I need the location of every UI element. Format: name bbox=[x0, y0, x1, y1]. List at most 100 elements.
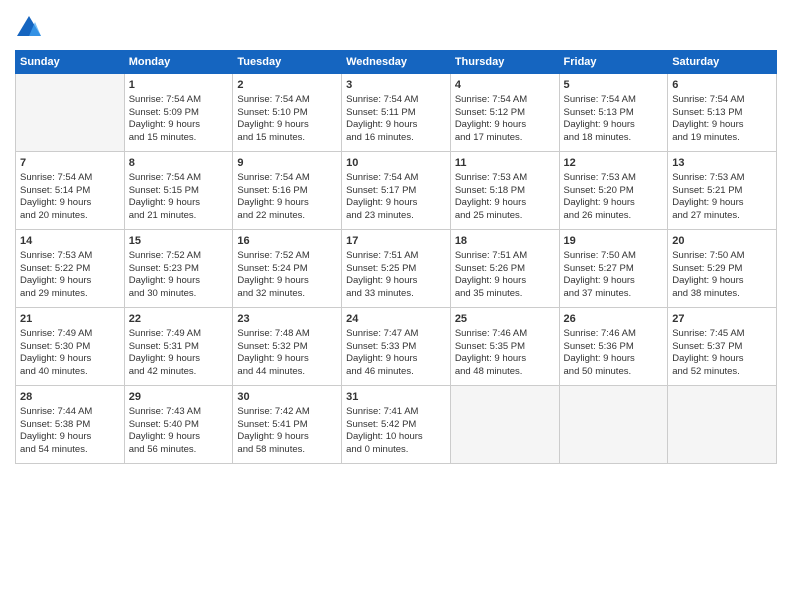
day-info: Sunrise: 7:43 AM bbox=[129, 406, 229, 419]
day-info: and 19 minutes. bbox=[672, 132, 772, 145]
day-info: and 0 minutes. bbox=[346, 444, 446, 457]
day-header-thursday: Thursday bbox=[450, 51, 559, 74]
week-row-2: 7Sunrise: 7:54 AMSunset: 5:14 PMDaylight… bbox=[16, 152, 777, 230]
day-info: and 58 minutes. bbox=[237, 444, 337, 457]
day-info: Daylight: 9 hours bbox=[455, 275, 555, 288]
day-info: Sunrise: 7:54 AM bbox=[237, 172, 337, 185]
day-number: 11 bbox=[455, 156, 555, 171]
day-info: Sunset: 5:35 PM bbox=[455, 341, 555, 354]
calendar-cell: 17Sunrise: 7:51 AMSunset: 5:25 PMDayligh… bbox=[342, 230, 451, 308]
day-info: Sunrise: 7:49 AM bbox=[20, 328, 120, 341]
day-info: and 33 minutes. bbox=[346, 288, 446, 301]
calendar-cell: 2Sunrise: 7:54 AMSunset: 5:10 PMDaylight… bbox=[233, 74, 342, 152]
calendar-cell: 3Sunrise: 7:54 AMSunset: 5:11 PMDaylight… bbox=[342, 74, 451, 152]
week-row-4: 21Sunrise: 7:49 AMSunset: 5:30 PMDayligh… bbox=[16, 308, 777, 386]
day-info: Sunrise: 7:54 AM bbox=[455, 94, 555, 107]
day-info: Sunrise: 7:50 AM bbox=[564, 250, 664, 263]
calendar-cell: 25Sunrise: 7:46 AMSunset: 5:35 PMDayligh… bbox=[450, 308, 559, 386]
day-info: and 46 minutes. bbox=[346, 366, 446, 379]
day-number: 9 bbox=[237, 156, 337, 171]
day-info: and 25 minutes. bbox=[455, 210, 555, 223]
calendar-cell: 13Sunrise: 7:53 AMSunset: 5:21 PMDayligh… bbox=[668, 152, 777, 230]
day-info: Daylight: 9 hours bbox=[672, 197, 772, 210]
calendar-cell: 12Sunrise: 7:53 AMSunset: 5:20 PMDayligh… bbox=[559, 152, 668, 230]
day-number: 2 bbox=[237, 78, 337, 93]
day-info: Sunset: 5:17 PM bbox=[346, 185, 446, 198]
day-info: and 22 minutes. bbox=[237, 210, 337, 223]
calendar-cell bbox=[559, 386, 668, 464]
day-number: 6 bbox=[672, 78, 772, 93]
calendar-cell: 24Sunrise: 7:47 AMSunset: 5:33 PMDayligh… bbox=[342, 308, 451, 386]
calendar-cell: 14Sunrise: 7:53 AMSunset: 5:22 PMDayligh… bbox=[16, 230, 125, 308]
day-info: Sunset: 5:29 PM bbox=[672, 263, 772, 276]
day-info: Daylight: 9 hours bbox=[20, 197, 120, 210]
day-info: Sunrise: 7:50 AM bbox=[672, 250, 772, 263]
day-info: Daylight: 9 hours bbox=[129, 275, 229, 288]
week-row-3: 14Sunrise: 7:53 AMSunset: 5:22 PMDayligh… bbox=[16, 230, 777, 308]
day-number: 1 bbox=[129, 78, 229, 93]
day-number: 21 bbox=[20, 312, 120, 327]
calendar-cell: 9Sunrise: 7:54 AMSunset: 5:16 PMDaylight… bbox=[233, 152, 342, 230]
day-info: Sunrise: 7:46 AM bbox=[455, 328, 555, 341]
day-info: Sunset: 5:23 PM bbox=[129, 263, 229, 276]
day-info: Daylight: 9 hours bbox=[564, 197, 664, 210]
day-info: Sunset: 5:22 PM bbox=[20, 263, 120, 276]
calendar-cell bbox=[16, 74, 125, 152]
day-info: Daylight: 9 hours bbox=[455, 197, 555, 210]
day-info: Sunset: 5:36 PM bbox=[564, 341, 664, 354]
day-info: and 21 minutes. bbox=[129, 210, 229, 223]
day-info: and 37 minutes. bbox=[564, 288, 664, 301]
day-info: Daylight: 9 hours bbox=[20, 431, 120, 444]
day-number: 16 bbox=[237, 234, 337, 249]
day-info: Sunrise: 7:47 AM bbox=[346, 328, 446, 341]
day-number: 25 bbox=[455, 312, 555, 327]
day-info: Sunrise: 7:54 AM bbox=[346, 94, 446, 107]
day-number: 27 bbox=[672, 312, 772, 327]
day-info: Sunset: 5:13 PM bbox=[564, 107, 664, 120]
day-number: 28 bbox=[20, 390, 120, 405]
day-info: Sunrise: 7:45 AM bbox=[672, 328, 772, 341]
day-info: and 30 minutes. bbox=[129, 288, 229, 301]
day-info: Sunset: 5:21 PM bbox=[672, 185, 772, 198]
header bbox=[15, 10, 777, 42]
day-info: Daylight: 9 hours bbox=[129, 119, 229, 132]
calendar-cell: 21Sunrise: 7:49 AMSunset: 5:30 PMDayligh… bbox=[16, 308, 125, 386]
calendar-cell: 20Sunrise: 7:50 AMSunset: 5:29 PMDayligh… bbox=[668, 230, 777, 308]
logo-icon bbox=[15, 14, 43, 42]
day-number: 22 bbox=[129, 312, 229, 327]
day-info: and 52 minutes. bbox=[672, 366, 772, 379]
day-info: Sunset: 5:32 PM bbox=[237, 341, 337, 354]
header-row: SundayMondayTuesdayWednesdayThursdayFrid… bbox=[16, 51, 777, 74]
calendar-table: SundayMondayTuesdayWednesdayThursdayFrid… bbox=[15, 50, 777, 464]
calendar-cell: 26Sunrise: 7:46 AMSunset: 5:36 PMDayligh… bbox=[559, 308, 668, 386]
day-info: and 15 minutes. bbox=[129, 132, 229, 145]
day-info: Sunset: 5:09 PM bbox=[129, 107, 229, 120]
day-info: Sunrise: 7:54 AM bbox=[129, 172, 229, 185]
day-info: and 17 minutes. bbox=[455, 132, 555, 145]
day-number: 15 bbox=[129, 234, 229, 249]
day-number: 5 bbox=[564, 78, 664, 93]
day-info: and 18 minutes. bbox=[564, 132, 664, 145]
day-info: Daylight: 9 hours bbox=[20, 353, 120, 366]
day-info: and 23 minutes. bbox=[346, 210, 446, 223]
day-info: and 48 minutes. bbox=[455, 366, 555, 379]
day-info: Sunset: 5:16 PM bbox=[237, 185, 337, 198]
day-info: Daylight: 9 hours bbox=[455, 353, 555, 366]
day-info: Daylight: 9 hours bbox=[237, 275, 337, 288]
day-header-monday: Monday bbox=[124, 51, 233, 74]
day-info: Sunrise: 7:54 AM bbox=[564, 94, 664, 107]
calendar-cell: 29Sunrise: 7:43 AMSunset: 5:40 PMDayligh… bbox=[124, 386, 233, 464]
day-info: and 40 minutes. bbox=[20, 366, 120, 379]
day-info: Sunset: 5:10 PM bbox=[237, 107, 337, 120]
day-info: Daylight: 9 hours bbox=[346, 275, 446, 288]
day-info: Sunset: 5:42 PM bbox=[346, 419, 446, 432]
day-number: 10 bbox=[346, 156, 446, 171]
day-info: Sunset: 5:12 PM bbox=[455, 107, 555, 120]
day-number: 19 bbox=[564, 234, 664, 249]
calendar-cell: 8Sunrise: 7:54 AMSunset: 5:15 PMDaylight… bbox=[124, 152, 233, 230]
day-info: Sunset: 5:15 PM bbox=[129, 185, 229, 198]
day-number: 26 bbox=[564, 312, 664, 327]
logo bbox=[15, 14, 47, 42]
week-row-1: 1 Sunrise: 7:54 AM Sunset: 5:09 PMDaylight… bbox=[16, 74, 777, 152]
day-info: Sunset: 5:37 PM bbox=[672, 341, 772, 354]
